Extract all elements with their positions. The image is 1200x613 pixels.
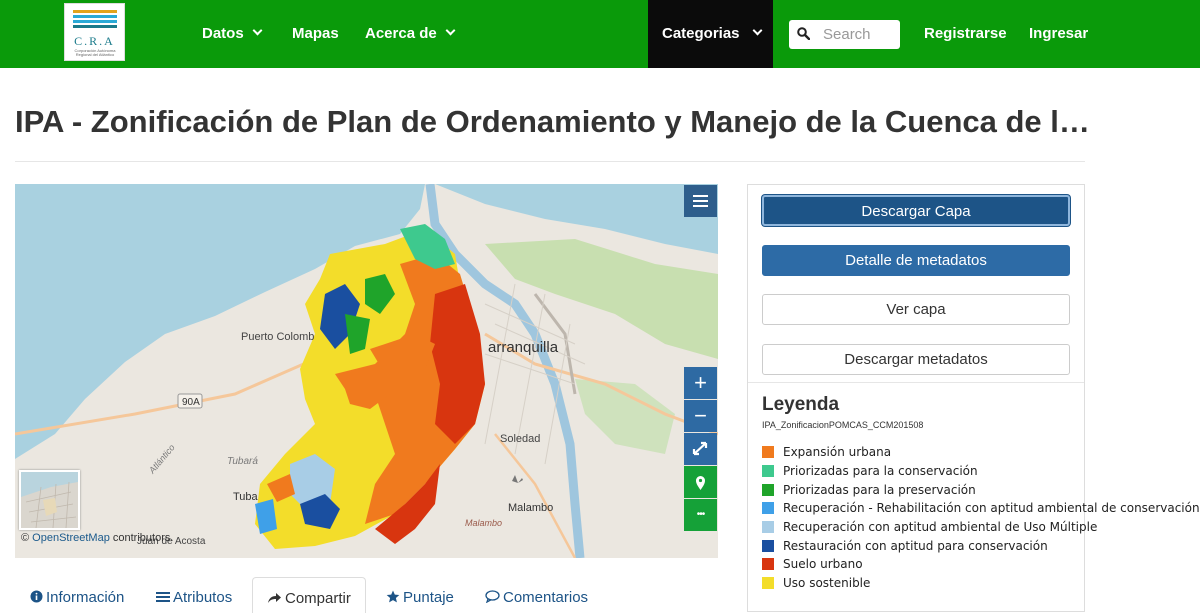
comment-icon: [485, 589, 500, 606]
nav-datos[interactable]: Datos: [202, 0, 263, 68]
legend-label: Restauración con aptitud para conservaci…: [783, 538, 1048, 553]
info-circle-icon: [30, 589, 43, 606]
legend-swatch: [762, 483, 774, 496]
map-canvas[interactable]: Puerto Colomb arranquilla Soledad Tubará…: [15, 184, 718, 558]
legend-swatch: [762, 521, 774, 534]
tab-label: Puntaje: [403, 589, 454, 606]
search-icon: [797, 27, 810, 40]
legend-layer-name: IPA_ZonificacionPOMCAS_CCM201508: [762, 420, 924, 430]
label-atlantico: Atlántico: [146, 442, 176, 476]
nav-categorias-label: Categorias: [662, 25, 740, 42]
map-attribution: © OpenStreetMap contributors.: [21, 532, 173, 544]
tab-label: Comentarios: [503, 589, 589, 606]
share-icon: [267, 590, 282, 607]
legend-item: Priorizadas para la preservación: [762, 480, 1200, 499]
download-layer-button[interactable]: Descargar Capa: [762, 195, 1070, 226]
zoom-in-button[interactable]: +: [684, 367, 717, 399]
zoom-out-button[interactable]: −: [684, 400, 717, 432]
legend-item: Priorizadas para la conservación: [762, 462, 1200, 481]
nav-datos-label: Datos: [202, 25, 244, 42]
register-link[interactable]: Registrarse: [924, 0, 1007, 68]
layers-list-icon: [693, 195, 708, 207]
legend-item: Expansión urbana: [762, 443, 1200, 462]
osm-link[interactable]: OpenStreetMap: [32, 532, 110, 544]
view-layer-button[interactable]: Ver capa: [762, 294, 1070, 325]
legend-title: Leyenda: [762, 394, 840, 415]
login-link[interactable]: Ingresar: [1029, 0, 1088, 68]
label-tuba: Tuba: [233, 491, 259, 503]
legend-label: Priorizadas para la preservación: [783, 482, 976, 497]
metadata-detail-button[interactable]: Detalle de metadatos: [762, 245, 1070, 276]
divider: [15, 161, 1085, 162]
download-metadata-button[interactable]: Descargar metadatos: [762, 344, 1070, 375]
legend-item: Suelo urbano: [762, 555, 1200, 574]
search-box[interactable]: Search: [789, 20, 900, 49]
search-input[interactable]: Search: [823, 26, 871, 43]
attribution-suffix: contributors.: [112, 532, 174, 544]
tab-comentarios[interactable]: Comentarios: [485, 577, 588, 613]
map-marker-icon: [696, 476, 705, 490]
top-navbar: C.R.A Corporación Autónoma Regional del …: [0, 0, 1200, 68]
legend-item: Uso sostenible: [762, 574, 1200, 593]
more-tools-button[interactable]: •••: [684, 499, 717, 531]
legend-swatch: [762, 446, 774, 459]
nav-acerca-de[interactable]: Acerca de: [365, 0, 456, 68]
logo-subtext: Corporación Autónoma Regional del Atlánt…: [74, 48, 116, 57]
legend-swatch: [762, 502, 774, 515]
chevron-down-icon: [752, 25, 762, 36]
attribution-prefix: ©: [21, 532, 30, 544]
legend-item: Restauración con aptitud para conservaci…: [762, 536, 1200, 555]
label-malambo-municipality: Malambo: [465, 518, 502, 528]
legend-swatch: [762, 558, 774, 571]
legend-item: Recuperación con aptitud ambiental de Us…: [762, 518, 1200, 537]
star-icon: [386, 589, 400, 606]
cra-logo[interactable]: C.R.A Corporación Autónoma Regional del …: [64, 3, 125, 61]
nav-acerca-label: Acerca de: [365, 25, 437, 42]
divider: [748, 382, 1084, 383]
expand-icon: [692, 441, 708, 456]
tab-label: Compartir: [285, 590, 351, 607]
legend-list: Expansión urbana Priorizadas para la con…: [762, 443, 1200, 593]
tab-informacion[interactable]: Información: [30, 577, 124, 613]
tab-label: Información: [46, 589, 125, 606]
legend-swatch: [762, 465, 774, 478]
logo-text: C.R.A: [74, 34, 115, 48]
legend-swatch: [762, 539, 774, 552]
nav-mapas-label: Mapas: [292, 25, 339, 42]
nav-categorias[interactable]: Categorias: [648, 0, 773, 68]
legend-label: Suelo urbano: [783, 557, 863, 572]
label-tubara: Tubará: [227, 456, 258, 467]
legend-item: Recuperación - Rehabilitación con aptitu…: [762, 499, 1200, 518]
legend-label: Uso sostenible: [783, 576, 871, 591]
geolocate-button[interactable]: [684, 466, 717, 498]
legend-label: Recuperación con aptitud ambiental de Us…: [783, 520, 1098, 535]
tab-puntaje[interactable]: Puntaje: [386, 577, 454, 613]
tab-label: Atributos: [173, 589, 233, 606]
road-shield-90a: 90A: [182, 397, 200, 408]
label-malambo: Malambo: [508, 502, 553, 514]
logo-waves-icon: [73, 10, 117, 28]
label-puerto-colombia: Puerto Colomb: [241, 331, 314, 343]
legend-label: Priorizadas para la conservación: [783, 464, 978, 479]
fullscreen-button[interactable]: [684, 433, 717, 465]
airport-icon: [512, 475, 523, 483]
tab-compartir[interactable]: Compartir: [252, 577, 366, 613]
page-title: IPA - Zonificación de Plan de Ordenamien…: [15, 104, 1090, 139]
chevron-down-icon: [252, 25, 263, 36]
layer-switcher-button[interactable]: [684, 185, 717, 217]
minimap[interactable]: [19, 470, 80, 530]
chevron-down-icon: [445, 25, 456, 36]
tab-atributos[interactable]: Atributos: [156, 577, 232, 613]
label-soledad: Soledad: [500, 433, 540, 445]
minimap-canvas: [21, 472, 78, 528]
list-icon: [156, 589, 170, 606]
label-barranquilla: arranquilla: [488, 339, 559, 356]
legend-swatch: [762, 577, 774, 590]
legend-label: Expansión urbana: [783, 445, 892, 460]
legend-label: Recuperación - Rehabilitación con aptitu…: [783, 501, 1200, 516]
map-viewer[interactable]: Puerto Colomb arranquilla Soledad Tubará…: [15, 184, 718, 558]
nav-mapas[interactable]: Mapas: [292, 0, 339, 68]
